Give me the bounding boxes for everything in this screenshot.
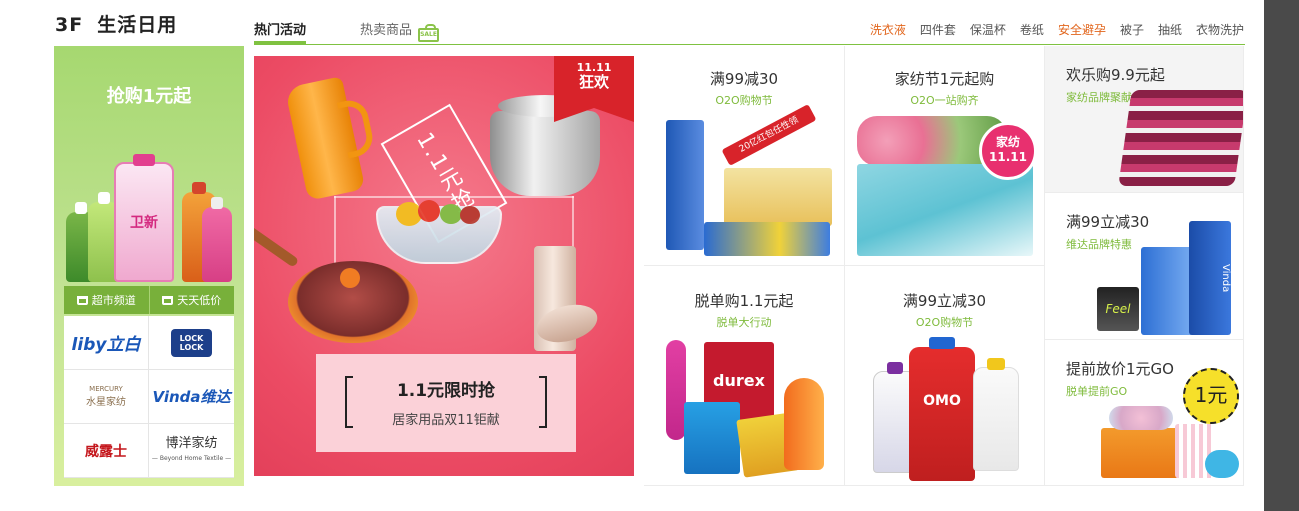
steamer-pot-image: [490, 95, 600, 196]
plush-toys-image: [1109, 406, 1173, 430]
bottle: 卫新: [114, 154, 174, 282]
boyang-logo: 博洋家纺 — Beyond Home Textile —: [151, 435, 232, 462]
cell-subtitle: O2O购物节: [715, 94, 773, 107]
cart-icon: [76, 295, 88, 305]
keyword-link[interactable]: 洗衣液: [870, 21, 906, 38]
orange-product-image: [784, 378, 824, 470]
omo-bottle-image: OMO: [909, 337, 975, 481]
toy-image: [666, 340, 686, 440]
one-yuan-badge: 1元: [1183, 368, 1239, 424]
floor-title: 3F 生活日用: [55, 10, 177, 37]
tab-hot-products-label: 热卖商品: [360, 23, 413, 38]
tissue-pack-image: [666, 120, 704, 250]
product-cell-storage[interactable]: 提前放价1元GO 脱单提前GO 1元: [1045, 340, 1244, 486]
keyword-link[interactable]: 四件套: [920, 21, 956, 38]
liby-logo: liby立白: [71, 335, 141, 355]
product-cell-detergent[interactable]: 满99立减30 O2O购物节 OMO: [845, 266, 1045, 486]
cell-subtitle: O2O一站购齐: [910, 94, 979, 107]
vinda-logo: Vinda维达: [152, 388, 231, 406]
keyword-link[interactable]: 被子: [1120, 21, 1144, 38]
channel-label: 天天低价: [177, 294, 222, 307]
ribbon-text: 狂欢: [578, 73, 609, 91]
keyword-link[interactable]: 卷纸: [1020, 21, 1044, 38]
quilt-image: [1118, 90, 1243, 186]
promo-banner-1yuan[interactable]: 1.1元抢 11.11 狂欢 1.1元限时抢 居家用品双11钜献: [254, 56, 634, 476]
daily-low-price-link[interactable]: 天天低价: [149, 286, 234, 314]
floor-name: 生活日用: [97, 14, 178, 36]
vinda-roll-image: Vinda: [1189, 221, 1231, 335]
channel-label: 超市频道: [91, 294, 136, 307]
storage-box-image: [1101, 428, 1179, 478]
cart-icon: [162, 295, 174, 305]
red-packet-banner: 20亿红包任性领: [721, 104, 817, 166]
tissue-box-image: [724, 168, 832, 226]
supermarket-channel-link[interactable]: 超市频道: [64, 286, 150, 314]
sale-bag-icon: SALE: [418, 24, 440, 42]
brand-vinda[interactable]: Vinda维达: [149, 370, 234, 424]
keyword-link[interactable]: 衣物洗护: [1196, 21, 1244, 38]
pan-knob: [340, 268, 360, 288]
cell-title: 欢乐购9.9元起: [1066, 66, 1165, 84]
bottle-label: 卫新: [130, 215, 158, 231]
mercury-logo: MERCURY 水星家纺: [86, 385, 126, 408]
keyword-link[interactable]: 安全避孕: [1058, 21, 1106, 38]
bottle: [202, 197, 232, 282]
left-promo-column: 抢购1元起 卫新 超市频道 天天低价 liby立白 LOCK LOCK MERCU…: [54, 46, 244, 486]
product-cell-vinda[interactable]: 满99立减30 维达品牌特惠 Feel Vinda: [1045, 193, 1244, 340]
promo-caption-box: 1.1元限时抢 居家用品双11钜献: [316, 354, 576, 452]
promo-subline: 居家用品双11钜献: [392, 413, 500, 428]
header-divider: [254, 44, 1245, 45]
detergent-bottle-image: [973, 358, 1019, 471]
thermos-pitcher-image: [284, 76, 366, 201]
cell-title: 满99立减30: [902, 292, 987, 310]
double11-ribbon: 11.11 狂欢: [554, 56, 634, 122]
tab-hot-products[interactable]: 热卖商品 SALE: [360, 19, 440, 42]
detergent-bottles-image[interactable]: 卫新: [64, 132, 234, 282]
vinda-pack-image: [1141, 247, 1195, 335]
locklock-logo: LOCK LOCK: [170, 328, 213, 357]
floor-number: 3F: [55, 14, 84, 36]
brand-liby[interactable]: liby立白: [64, 316, 149, 370]
brand-mercury[interactable]: MERCURY 水星家纺: [64, 370, 149, 424]
product-cell-quilt[interactable]: 欢乐购9.9元起 家纺品牌聚献: [1045, 46, 1244, 193]
glass-bowl-image: [376, 200, 502, 264]
brand-logo-grid: liby立白 LOCK LOCK MERCURY 水星家纺 Vinda维达 威露士 …: [64, 316, 234, 478]
cell-title: 家纺节1元起购: [894, 70, 995, 88]
feel-box-image: Feel: [1097, 287, 1139, 331]
keyword-link[interactable]: 保温杯: [970, 21, 1006, 38]
cell-subtitle: 脱单大行动: [716, 316, 772, 329]
left-promo-title[interactable]: 抢购1元起: [54, 82, 244, 108]
product-cell-tissue[interactable]: 满99减30 O2O购物节 20亿红包任性领: [644, 46, 845, 266]
page-scrollbar[interactable]: [1264, 0, 1299, 511]
home-textile-badge: 家纺 11.11: [979, 122, 1037, 180]
cell-subtitle: O2O购物节: [915, 316, 974, 329]
tab-hot-activities[interactable]: 热门活动: [254, 19, 307, 44]
omo-label: OMO: [923, 393, 961, 409]
watering-can-image: [1205, 450, 1239, 478]
brand-walch[interactable]: 威露士: [64, 424, 149, 478]
promo-headline: 1.1元限时抢: [396, 381, 496, 401]
channel-bar: 超市频道 天天低价: [64, 286, 234, 314]
cell-title: 满99减30: [709, 70, 779, 88]
keyword-link[interactable]: 抽纸: [1158, 21, 1182, 38]
product-cell-condom[interactable]: 脱单购1.1元起 脱单大行动 durex: [644, 266, 845, 486]
keyword-links: 洗衣液 四件套 保温杯 卷纸 安全避孕 被子 抽纸 衣物洗护: [870, 21, 1244, 38]
brand-locklock[interactable]: LOCK LOCK: [149, 316, 234, 370]
condom-box-image: [684, 402, 740, 474]
product-cell-bedding[interactable]: 家纺节1元起购 O2O一站购齐 家纺 11.11: [845, 46, 1045, 266]
tissue-box-image: [704, 222, 830, 256]
cell-title: 脱单购1.1元起: [694, 292, 794, 310]
walch-logo: 威露士: [85, 443, 127, 460]
brand-boyang[interactable]: 博洋家纺 — Beyond Home Textile —: [149, 424, 234, 478]
